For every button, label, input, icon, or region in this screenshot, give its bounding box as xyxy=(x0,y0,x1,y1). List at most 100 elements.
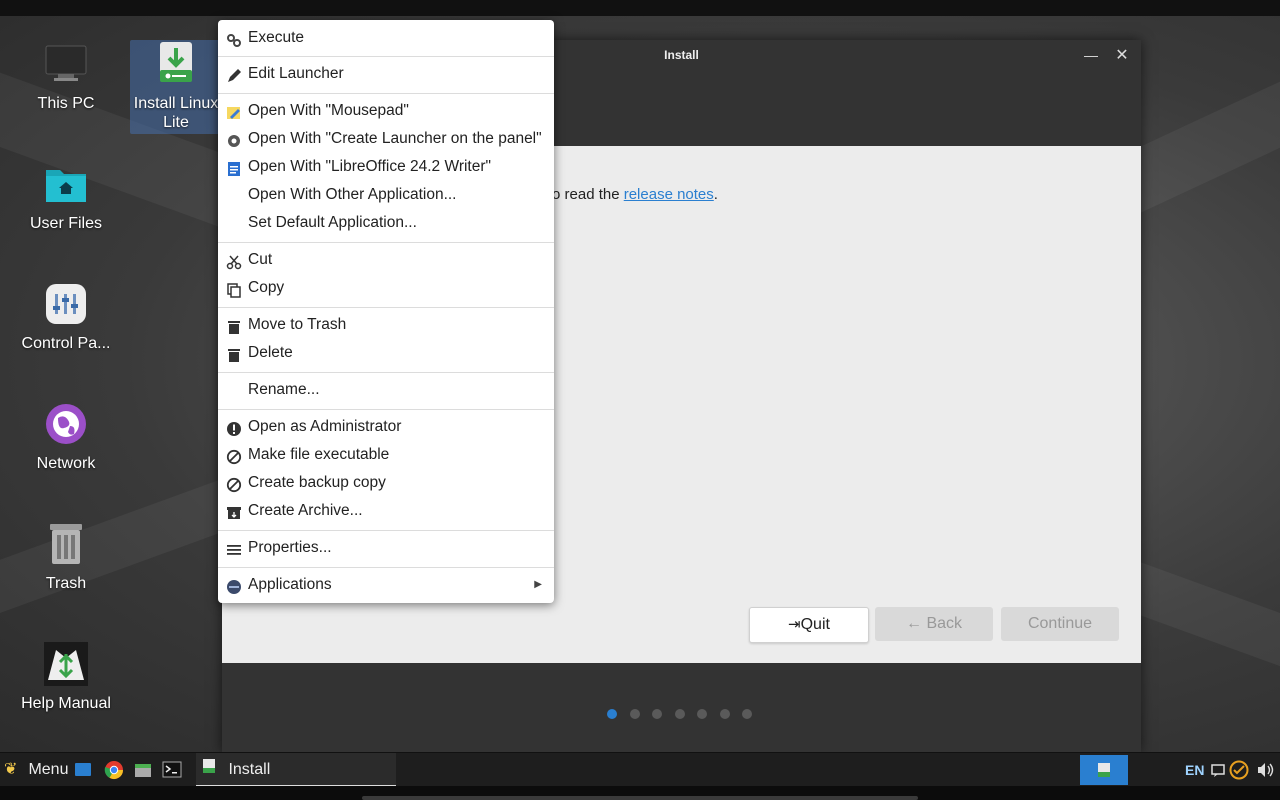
menu-item-delete[interactable]: Delete xyxy=(218,339,554,367)
welcome-text-prefix: o read the xyxy=(552,186,624,203)
menu-item-open-create-launcher[interactable]: Open With "Create Launcher on the panel" xyxy=(218,125,554,153)
desktop-icon-trash[interactable]: Trash xyxy=(18,520,114,593)
menu-item-label: Copy xyxy=(248,279,285,296)
menu-item-open-other[interactable]: Open With Other Application... xyxy=(218,181,554,209)
chrome-browser-icon[interactable] xyxy=(104,753,124,787)
prohibited-icon xyxy=(226,475,242,493)
installer-small-icon xyxy=(202,753,216,787)
desktop-icon-user-files[interactable]: User Files xyxy=(18,160,114,233)
menu-item-label: Set Default Application... xyxy=(248,214,417,231)
menu-item-label: Applications xyxy=(248,576,332,593)
menu-item-open-libreoffice[interactable]: Open With "LibreOffice 24.2 Writer" xyxy=(218,153,554,181)
desktop-icon-install-linux-lite[interactable]: Install Linux Lite xyxy=(130,40,222,134)
desktop-icon-label: User Files xyxy=(29,215,102,232)
taskbar-window-install[interactable]: Install xyxy=(196,753,396,787)
step-dot xyxy=(697,709,707,719)
menu-item-make-executable[interactable]: Make file executable xyxy=(218,441,554,469)
menu-item-label: Open as Administrator xyxy=(248,418,402,435)
menu-item-move-to-trash[interactable]: Move to Trash xyxy=(218,311,554,339)
menu-item-label: Move to Trash xyxy=(248,316,347,333)
minimize-icon[interactable]: — xyxy=(1083,47,1099,63)
menu-item-label: Cut xyxy=(248,251,273,268)
close-icon[interactable]: ✕ xyxy=(1113,45,1131,64)
menu-item-label: Edit Launcher xyxy=(248,65,344,82)
menu-item-rename[interactable]: Rename... xyxy=(218,376,554,404)
step-indicator xyxy=(607,706,765,719)
back-button-label: Back xyxy=(926,615,963,632)
back-button[interactable]: ← Back xyxy=(875,607,993,641)
continue-button-label: Continue xyxy=(1027,615,1093,632)
submenu-arrow-icon: ▶ xyxy=(534,579,542,590)
menu-item-properties[interactable]: Properties... xyxy=(218,534,554,562)
desktop-icon-label: This PC xyxy=(37,95,95,112)
pencil-icon xyxy=(226,66,242,82)
file-manager-icon[interactable] xyxy=(134,753,154,787)
step-dot xyxy=(629,709,640,719)
workspace-switcher[interactable] xyxy=(1080,755,1128,785)
show-desktop-icon[interactable] xyxy=(74,753,94,787)
control-panel-icon xyxy=(42,280,90,328)
archive-icon xyxy=(226,503,242,519)
copy-icon xyxy=(226,280,242,298)
menu-button[interactable]: ❦ Menu xyxy=(4,753,76,787)
quit-button-label: Quit xyxy=(800,616,830,633)
desktop-icon-label: Help Manual xyxy=(21,695,111,712)
desktop-icon-control-panel[interactable]: Control Pa... xyxy=(18,280,114,353)
installer-download-icon xyxy=(152,40,200,88)
menu-item-applications[interactable]: Applications ▶ xyxy=(218,571,554,599)
bottom-scroll-bar xyxy=(362,796,918,800)
keyboard-layout-indicator[interactable]: EN xyxy=(1185,753,1207,787)
top-edge-bar xyxy=(0,0,1280,16)
list-lines-icon xyxy=(226,540,242,556)
release-notes-link[interactable]: release notes xyxy=(624,186,714,203)
taskbar: ❦ Menu Install EN xyxy=(0,752,1280,787)
prohibited-icon xyxy=(226,447,242,465)
home-folder-icon xyxy=(42,160,90,208)
menu-separator xyxy=(218,530,554,531)
desktop-icon-label: Control Pa... xyxy=(21,335,111,352)
update-notifier-icon[interactable] xyxy=(1229,753,1251,787)
menu-item-edit-launcher[interactable]: Edit Launcher xyxy=(218,60,554,88)
menu-item-label: Delete xyxy=(248,344,293,361)
terminal-icon[interactable] xyxy=(162,753,184,787)
menu-item-label: Create Archive... xyxy=(248,502,363,519)
welcome-text: o read the release notes. xyxy=(552,186,718,203)
taskbar-window-label: Install xyxy=(228,761,271,779)
menu-item-set-default[interactable]: Set Default Application... xyxy=(218,209,554,237)
menu-item-create-archive[interactable]: Create Archive... xyxy=(218,497,554,525)
menu-item-label: Properties... xyxy=(248,539,332,556)
gears-icon xyxy=(226,30,242,47)
menu-separator xyxy=(218,56,554,57)
help-manual-icon xyxy=(42,640,90,688)
network-globe-icon xyxy=(42,400,90,448)
menu-item-label: Open With "LibreOffice 24.2 Writer" xyxy=(248,158,492,175)
quit-icon: ⇥ xyxy=(788,616,801,633)
desktop-icon-label: Install Linux Lite xyxy=(133,95,219,131)
exclamation-icon xyxy=(226,419,242,436)
desktop-icon-help-manual[interactable]: Help Manual xyxy=(18,640,114,713)
menu-item-open-admin[interactable]: Open as Administrator xyxy=(218,413,554,441)
menu-separator xyxy=(218,242,554,243)
quit-button[interactable]: ⇥Quit xyxy=(749,607,869,643)
menu-separator xyxy=(218,409,554,410)
trash-icon xyxy=(226,317,242,334)
volume-icon[interactable] xyxy=(1256,753,1276,787)
continue-button[interactable]: Continue xyxy=(1001,607,1119,641)
desktop-icon-network[interactable]: Network xyxy=(18,400,114,473)
menu-separator xyxy=(218,307,554,308)
applications-icon xyxy=(226,577,242,594)
menu-item-label: Open With Other Application... xyxy=(248,186,457,203)
desktop-icon-this-pc[interactable]: This PC xyxy=(18,40,114,113)
menu-item-copy[interactable]: Copy xyxy=(218,274,554,302)
step-dot xyxy=(607,709,617,719)
menu-item-open-mousepad[interactable]: Open With "Mousepad" xyxy=(218,97,554,125)
menu-item-execute[interactable]: Execute xyxy=(218,24,554,52)
menu-item-label: Open With "Mousepad" xyxy=(248,102,409,119)
menu-separator xyxy=(218,93,554,94)
welcome-text-suffix: . xyxy=(713,186,718,203)
notification-icon[interactable] xyxy=(1210,753,1228,787)
menu-item-backup-copy[interactable]: Create backup copy xyxy=(218,469,554,497)
menu-separator xyxy=(218,567,554,568)
menu-item-cut[interactable]: Cut xyxy=(218,246,554,274)
desktop-icon-label: Trash xyxy=(45,575,87,592)
